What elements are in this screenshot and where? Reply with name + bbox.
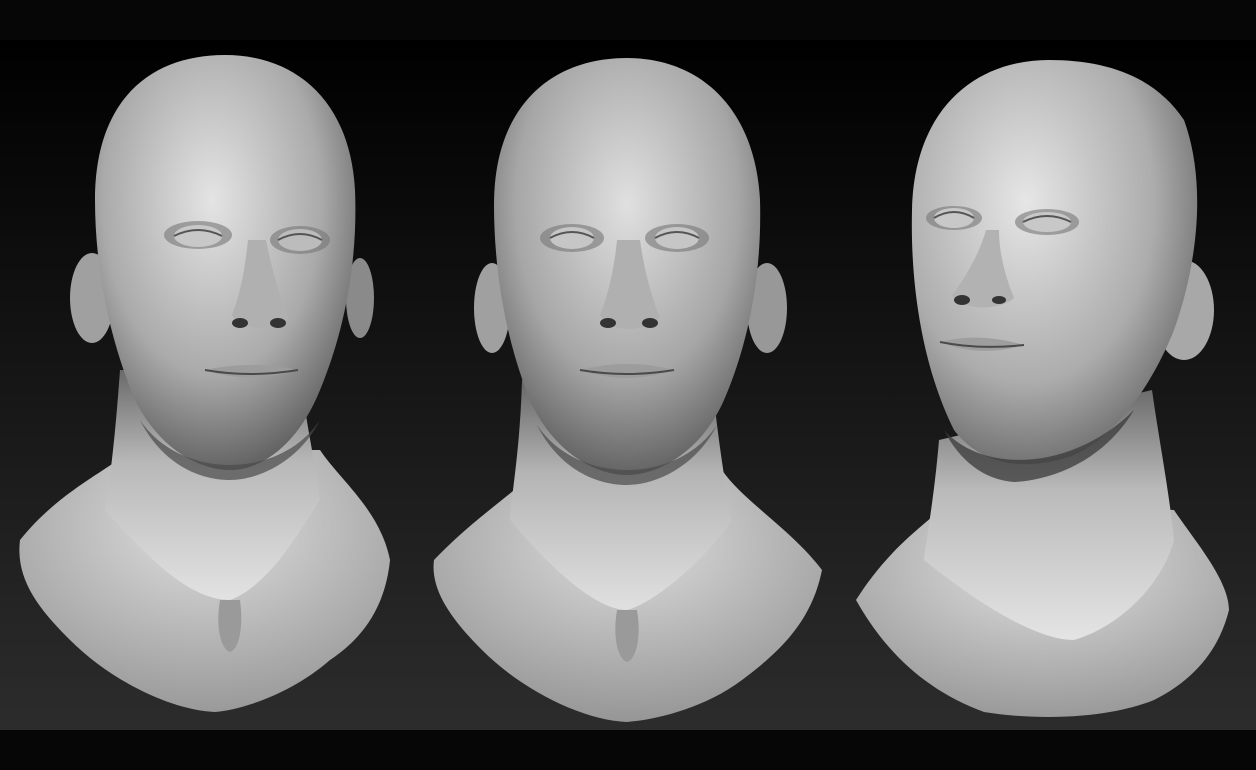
head-sculpt-2 — [412, 40, 834, 730]
head-sculpt-3 — [834, 40, 1256, 730]
head-sculpt-1 — [0, 40, 412, 730]
head-view-front — [412, 40, 834, 730]
bottom-letterbox — [0, 730, 1256, 770]
render-strip — [0, 40, 1256, 730]
render-canvas — [0, 0, 1256, 770]
top-letterbox — [0, 0, 1256, 40]
head-view-front-left — [0, 40, 412, 730]
head-view-three-quarter — [834, 40, 1256, 730]
